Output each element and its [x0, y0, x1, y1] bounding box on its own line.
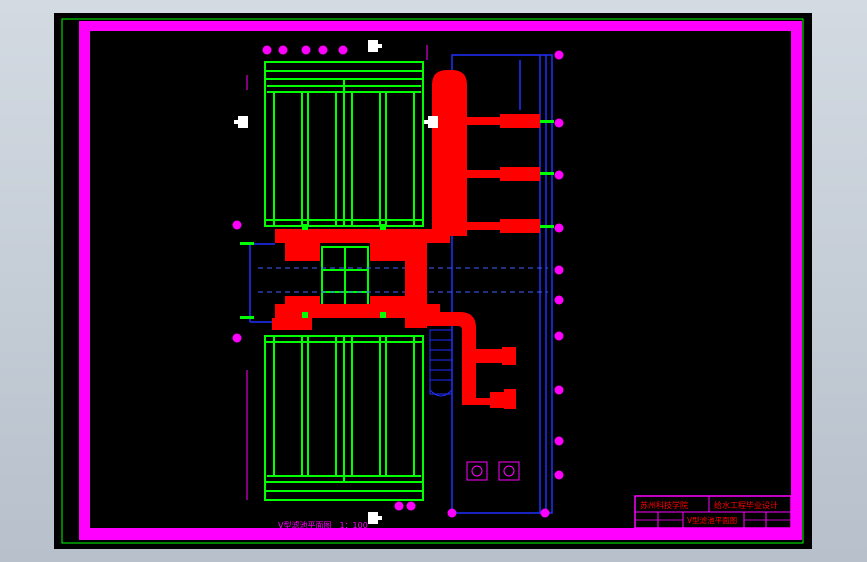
title-block-project: 给水工程毕业设计	[714, 500, 778, 510]
title-block-drawing-name: V型滤池平面图	[687, 515, 737, 525]
cad-drawing: V型滤池平面图 1：100 苏州科技学院 给水工程毕业设计 V型滤池平面图	[54, 13, 812, 549]
plan-title: V型滤池平面图 1：100	[278, 520, 368, 530]
cad-viewport: V型滤池平面图 1：100 苏州科技学院 给水工程毕业设计 V型滤池平面图	[0, 0, 867, 562]
title-block-school: 苏州科技学院	[640, 500, 688, 510]
